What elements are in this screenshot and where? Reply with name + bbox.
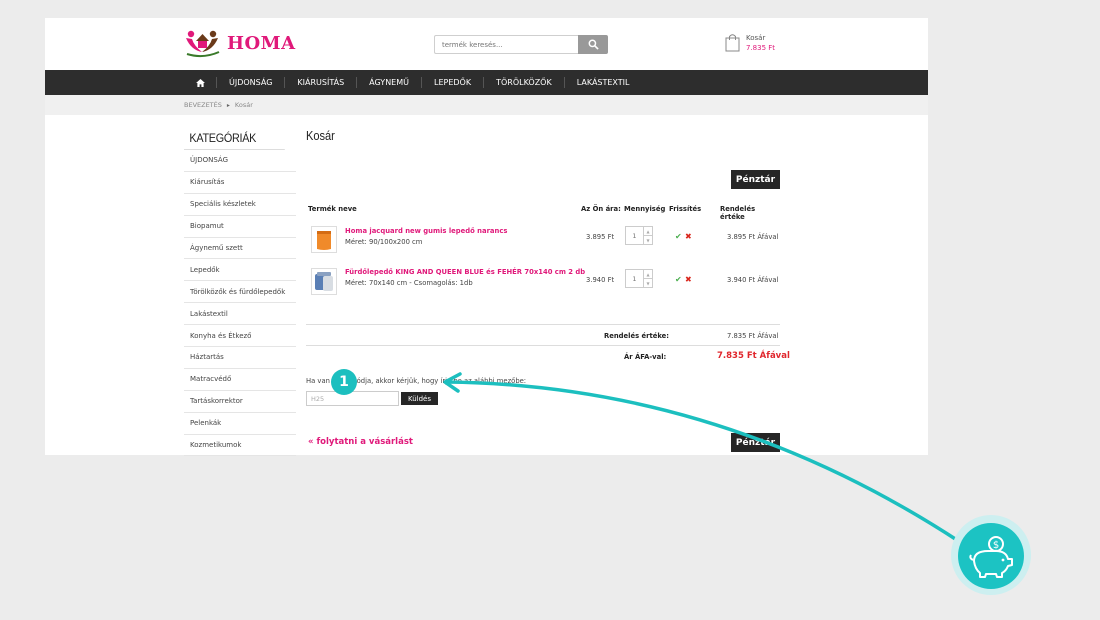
piggy-bank-icon: $: [969, 536, 1013, 578]
svg-text:$: $: [993, 540, 999, 551]
piggy-bank-badge: $: [958, 523, 1024, 589]
annotation-arrow: [443, 372, 962, 544]
step-badge: 1: [331, 369, 357, 395]
